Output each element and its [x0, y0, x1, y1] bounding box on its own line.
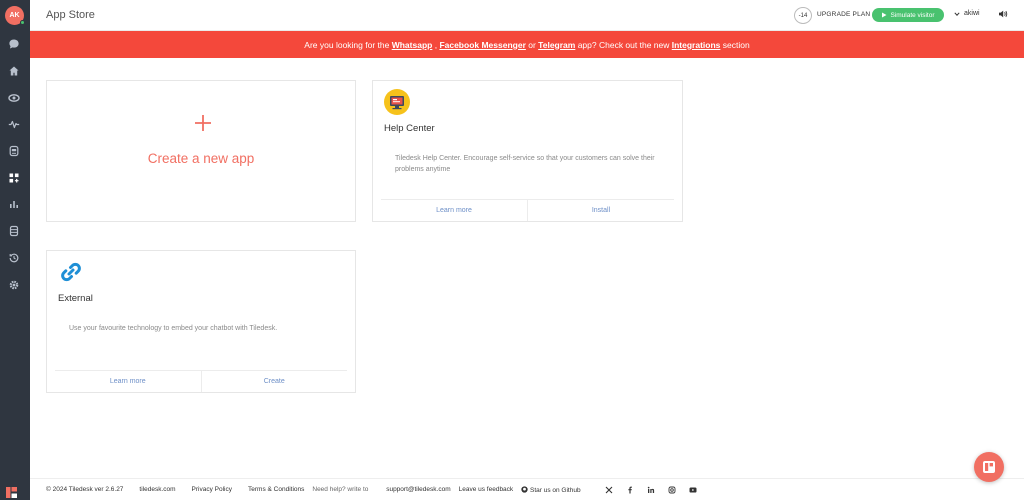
avatar-initials: AK	[9, 12, 20, 19]
eye-icon	[8, 94, 20, 102]
support-email-link[interactable]: support@tiledesk.com	[386, 486, 450, 493]
banner-text: Are you looking for the	[304, 39, 392, 50]
plus-icon	[195, 115, 211, 131]
terms-link[interactable]: Terms & Conditions	[248, 486, 304, 493]
linkedin-link[interactable]	[647, 486, 655, 494]
integrations-link[interactable]: Integrations	[672, 40, 721, 50]
sidebar-item-home[interactable]	[8, 65, 20, 77]
avatar[interactable]: AK	[5, 6, 25, 25]
github-icon	[521, 485, 528, 493]
facebook-messenger-link[interactable]: Facebook Messenger	[439, 40, 525, 50]
sidebar-item-monitor[interactable]	[8, 92, 20, 104]
whatsapp-link[interactable]: Whatsapp	[392, 40, 433, 50]
create-new-app-card[interactable]: Create a new app	[46, 80, 356, 222]
linkedin-icon	[647, 486, 654, 493]
feedback-link[interactable]: Leave us feedback	[459, 486, 514, 493]
footer: © 2024 Tiledesk ver 2.6.27 tiledesk.com …	[30, 478, 1024, 500]
sidebar-item-apps[interactable]	[8, 172, 20, 184]
telegram-link[interactable]: Telegram	[538, 40, 575, 50]
x-icon	[605, 486, 612, 493]
help-text: Need help? write to support@tiledesk.com	[312, 486, 450, 493]
sidebar-item-settings[interactable]	[8, 279, 20, 291]
database-icon	[9, 225, 19, 237]
chat-widget-launcher[interactable]	[974, 452, 1004, 482]
app-title: Help Center	[384, 123, 435, 134]
online-status-dot	[20, 20, 25, 25]
tiledesk-logo-icon	[6, 487, 17, 498]
top-bar: App Store -14 UPGRADE PLAN Simulate visi…	[30, 0, 1024, 31]
copyright-text: © 2024 Tiledesk ver 2.6.27	[46, 486, 124, 493]
banner-text: section	[720, 39, 750, 50]
banner-text: or	[525, 39, 539, 50]
sidebar-item-activities[interactable]	[8, 118, 20, 130]
help-prefix: Need help? write to	[312, 486, 369, 493]
app-title: External	[58, 293, 93, 304]
sidebar-item-history[interactable]	[8, 252, 20, 264]
page-title: App Store	[46, 9, 95, 21]
home-icon	[9, 66, 19, 76]
app-card-external: External Use your favourite technology t…	[46, 250, 356, 393]
app-card-help-center: Help Center Tiledesk Help Center. Encour…	[372, 80, 683, 222]
app-actions: Learn more Create	[55, 370, 347, 392]
sidebar-item-analytics[interactable]	[8, 198, 20, 210]
app-description: Use your favourite technology to embed y…	[69, 325, 278, 332]
youtube-icon	[689, 487, 697, 492]
instagram-link[interactable]	[668, 486, 676, 494]
sidebar-item-knowledge-base[interactable]	[8, 225, 20, 237]
facebook-link[interactable]	[626, 486, 634, 494]
learn-more-link[interactable]: Learn more	[381, 200, 527, 221]
help-center-icon	[384, 89, 410, 115]
analytics-icon	[10, 201, 18, 208]
github-label: Star us on Github	[530, 486, 581, 494]
chat-widget-icon	[983, 461, 995, 473]
banner-separator: ,	[432, 39, 440, 50]
integrations-banner: Are you looking for the Whatsapp , Faceb…	[30, 31, 1024, 58]
learn-more-link[interactable]: Learn more	[55, 371, 201, 392]
banner-text: app? Check out the new	[575, 39, 672, 50]
tiledesk-site-link[interactable]: tiledesk.com	[139, 486, 175, 493]
github-link[interactable]: Star us on Github	[521, 485, 596, 494]
sidebar-item-conversations[interactable]	[8, 38, 20, 50]
link-icon	[61, 262, 81, 282]
youtube-link[interactable]	[689, 486, 697, 494]
x-link[interactable]	[605, 486, 613, 494]
project-selector[interactable]: akiwi	[954, 10, 980, 17]
simulate-visitor-label: Simulate visitor	[890, 11, 935, 19]
play-icon	[882, 12, 887, 18]
install-button[interactable]: Install	[527, 200, 674, 221]
project-name: akiwi	[964, 10, 980, 17]
activity-icon	[8, 120, 20, 129]
simulate-visitor-button[interactable]: Simulate visitor	[872, 8, 944, 22]
robot-icon	[9, 145, 19, 157]
privacy-policy-link[interactable]: Privacy Policy	[192, 486, 232, 493]
trial-days-badge[interactable]: -14	[794, 7, 812, 24]
settings-icon	[9, 280, 19, 290]
instagram-icon	[668, 486, 676, 493]
upgrade-plan-link[interactable]: UPGRADE PLAN	[817, 11, 870, 18]
app-actions: Learn more Install	[381, 199, 674, 221]
sound-icon[interactable]	[998, 9, 1008, 19]
sidebar-item-bots[interactable]	[8, 145, 20, 157]
apps-icon	[9, 173, 19, 183]
app-description: Tiledesk Help Center. Encourage self-ser…	[395, 155, 655, 173]
create-new-app-label: Create a new app	[147, 151, 255, 166]
sidebar: AK	[0, 0, 30, 500]
facebook-icon	[627, 486, 632, 493]
create-button[interactable]: Create	[200, 371, 348, 392]
chat-icon	[9, 39, 19, 49]
chevron-down-icon	[954, 11, 960, 16]
history-icon	[9, 253, 19, 263]
